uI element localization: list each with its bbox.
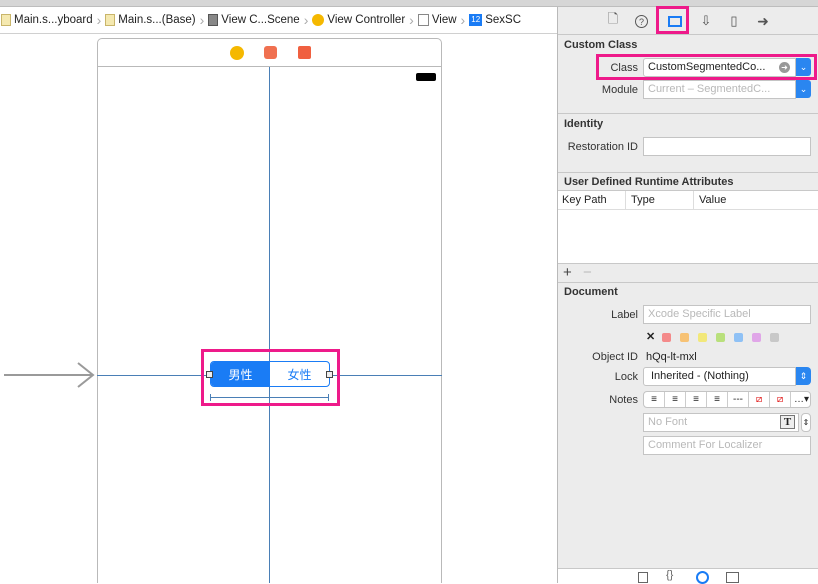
chevron-right-icon: › [96, 12, 102, 28]
lock-stepper-icon[interactable]: ⇕ [796, 367, 811, 385]
view-icon [417, 14, 429, 26]
runtime-attributes-title: User Defined Runtime Attributes [564, 176, 734, 188]
chevron-right-icon: › [409, 12, 414, 28]
chevron-right-icon: › [460, 12, 466, 28]
no-color-icon[interactable]: ⧄ [749, 392, 770, 407]
localizer-comment-field[interactable]: Comment For Localizer [643, 436, 811, 455]
help-icon[interactable]: ? [635, 15, 648, 28]
view-controller-icon [312, 14, 325, 26]
attributes-icon[interactable]: ⇩ [697, 12, 715, 30]
breadcrumb-storyboard[interactable]: Main.s...yboard [0, 14, 94, 26]
color-yellow[interactable] [698, 333, 707, 342]
breadcrumb-view-controller[interactable]: View Controller [311, 14, 406, 26]
library-tabs: {} [558, 569, 818, 584]
crumb-label: Main.s...yboard [14, 14, 93, 26]
column-type[interactable]: Type [626, 191, 694, 209]
restoration-id-label: Restoration ID [567, 141, 638, 153]
chevron-right-icon: › [199, 12, 205, 28]
label-label: Label [611, 309, 638, 321]
file-icon[interactable]: 🗋 [604, 11, 622, 30]
segment-male[interactable]: 男性 [211, 362, 270, 386]
column-value[interactable]: Value [694, 191, 726, 209]
object-library-icon[interactable] [696, 571, 709, 584]
crumb-label: View [431, 14, 457, 26]
document-title: Document [564, 286, 618, 298]
chevron-right-icon: › [303, 12, 309, 28]
window-top-strip [0, 0, 818, 7]
notes-toolbar: ≡ ≡ ≡ ≡ --- ⧄ ⧄ …▾ [643, 391, 811, 408]
more-icon[interactable]: …▾ [791, 392, 810, 407]
font-field[interactable]: No Font [643, 413, 799, 432]
align-right-icon[interactable]: ≡ [686, 392, 707, 407]
color-red[interactable] [662, 333, 671, 342]
width-constraint-indicator [210, 394, 329, 401]
divider [558, 282, 818, 283]
custom-class-title: Custom Class [564, 39, 638, 51]
runtime-attributes-table[interactable]: Key Path Type Value [558, 190, 818, 264]
class-highlight [596, 54, 817, 80]
color-gray[interactable] [770, 333, 779, 342]
align-left-icon[interactable]: ≡ [644, 392, 665, 407]
color-orange[interactable] [680, 333, 689, 342]
line-icon[interactable]: --- [728, 392, 749, 407]
divider [558, 172, 818, 173]
media-library-icon[interactable] [726, 572, 739, 583]
segmented-control[interactable]: 男性 女性 [210, 361, 330, 387]
resize-handle-right[interactable] [326, 371, 333, 378]
color-purple[interactable] [752, 333, 761, 342]
object-id-value: hQq-lt-mxl [646, 351, 697, 363]
remove-attribute-button[interactable]: − [583, 264, 592, 281]
breadcrumb-view[interactable]: View [417, 14, 458, 26]
notes-label: Notes [609, 394, 638, 406]
module-dropdown-button[interactable]: ⌄ [796, 80, 811, 98]
font-picker-icon[interactable]: T [780, 415, 795, 429]
font-size-stepper[interactable]: ⇕ [801, 413, 811, 432]
segment-female[interactable]: 女性 [270, 362, 329, 386]
color-blue[interactable] [734, 333, 743, 342]
add-attribute-button[interactable]: + [563, 264, 572, 281]
clear-color-button[interactable]: ✕ [646, 330, 655, 343]
size-icon[interactable]: ▯ [725, 12, 743, 30]
first-responder-icon[interactable] [264, 46, 277, 59]
inspector-tabs: 🗋 ? ⇩ ▯ ➜ [558, 6, 818, 35]
breadcrumb-scene[interactable]: View C...Scene [207, 14, 300, 26]
resize-handle-left[interactable] [206, 371, 213, 378]
vertical-guide [269, 67, 270, 583]
divider [558, 113, 818, 114]
entry-point-arrow-icon[interactable] [4, 362, 96, 390]
breadcrumb-base[interactable]: Main.s...(Base) [104, 14, 196, 26]
storyboard-file-icon [105, 14, 116, 26]
breadcrumb: Main.s...yboard › Main.s...(Base) › View C… [0, 7, 557, 34]
lock-select[interactable]: Inherited - (Nothing) [643, 367, 796, 386]
crumb-label: SexSC [485, 14, 522, 26]
scene-icon [208, 14, 219, 26]
justify-icon[interactable]: ≡ [707, 392, 728, 407]
object-id-label: Object ID [592, 351, 638, 363]
battery-icon [416, 73, 436, 81]
file-template-icon[interactable] [638, 572, 648, 583]
scene-dock [98, 39, 441, 67]
label-field[interactable]: Xcode Specific Label [643, 305, 811, 324]
restoration-id-field[interactable] [643, 137, 811, 156]
breadcrumb-segmented[interactable]: 12 SexSC [468, 14, 522, 26]
view-controller-icon[interactable] [230, 46, 244, 60]
color-green[interactable] [716, 333, 725, 342]
identity-title: Identity [564, 118, 604, 130]
storyboard-file-icon [1, 14, 11, 26]
crumb-label: View Controller [327, 14, 406, 26]
crumb-label: Main.s...(Base) [118, 14, 196, 26]
no-text-color-icon[interactable]: ⧄ [770, 392, 791, 407]
module-label: Module [601, 84, 638, 96]
connections-icon[interactable]: ➜ [754, 12, 772, 30]
code-snippet-icon[interactable]: {} [666, 569, 673, 581]
exit-icon[interactable] [298, 46, 311, 59]
lock-label: Lock [614, 371, 638, 383]
column-key-path[interactable]: Key Path [558, 191, 626, 209]
segmented-control-icon: 12 [469, 14, 483, 26]
module-field[interactable]: Current – SegmentedC... [643, 80, 796, 99]
identity-inspector: 🗋 ? ⇩ ▯ ➜ Custom Class Class CustomSegme… [557, 6, 818, 584]
crumb-label: View C...Scene [221, 14, 300, 26]
active-tab-highlight [656, 6, 689, 34]
align-center-icon[interactable]: ≡ [665, 392, 686, 407]
